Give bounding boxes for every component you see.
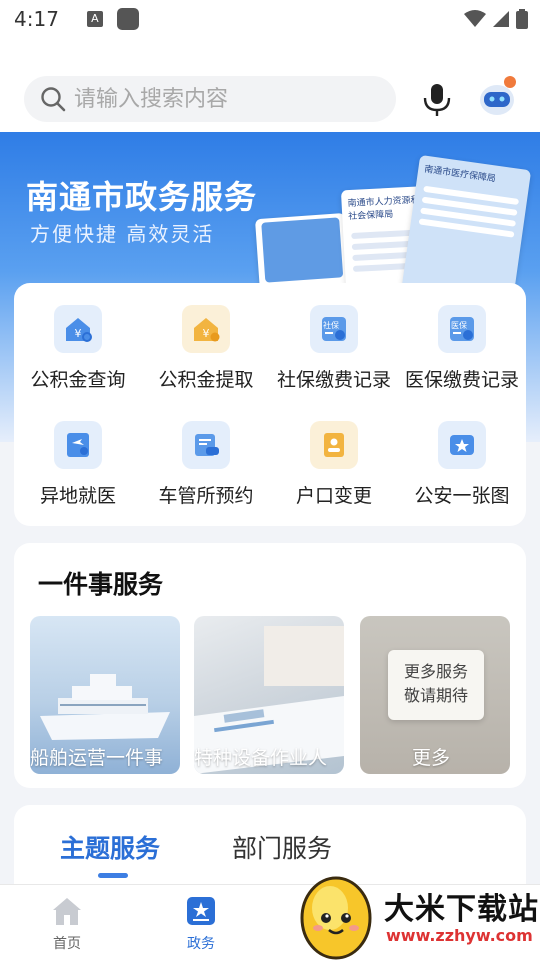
service-police-map[interactable]: 公安一张图 bbox=[398, 421, 526, 508]
tile-label: 更多 bbox=[412, 747, 451, 769]
social-security-icon: 社保 bbox=[310, 305, 358, 353]
tile-label: 船舶运营一件事 bbox=[30, 747, 164, 769]
car-appointment-icon bbox=[182, 421, 230, 469]
nav-label: 政务 bbox=[187, 936, 215, 952]
home-icon bbox=[53, 898, 81, 925]
wifi-icon bbox=[464, 10, 486, 27]
header bbox=[0, 38, 540, 132]
service-gjj-withdraw[interactable]: ¥ 公积金提取 bbox=[142, 305, 270, 392]
one-thing-title: 一件事服务 bbox=[38, 570, 164, 599]
robot-assistant-icon[interactable] bbox=[476, 74, 518, 118]
rice-mascot-icon bbox=[300, 876, 372, 960]
nav-government[interactable]: 政务 bbox=[166, 895, 236, 953]
watermark-url: www.zzhyw.com bbox=[386, 926, 533, 945]
service-social-security[interactable]: 社保 社保缴费记录 bbox=[270, 305, 398, 392]
service-remote-medical[interactable]: 异地就医 bbox=[14, 421, 142, 508]
service-label: 公积金查询 bbox=[30, 369, 126, 391]
search-input[interactable] bbox=[74, 86, 374, 112]
battery-icon bbox=[516, 9, 528, 29]
note-line-1: 更多服务 bbox=[403, 662, 468, 681]
service-medical-insurance[interactable]: 医保 医保缴费记录 bbox=[398, 305, 526, 392]
tab-active-indicator bbox=[98, 873, 128, 878]
flight-doctor-icon bbox=[54, 421, 102, 469]
notification-app-icon bbox=[116, 8, 139, 30]
search-box[interactable] bbox=[24, 76, 396, 122]
status-bar: 4:17 A bbox=[0, 0, 540, 38]
services-card: ¥ 公积金查询 ¥ 公积金提取 社保 社保缴费记录 医保 医保缴费记录 异地就医… bbox=[14, 283, 526, 526]
government-star-icon bbox=[187, 897, 215, 925]
watermark-title: 大米下载站 bbox=[384, 892, 539, 927]
more-note-card: 更多服务 敬请期待 bbox=[388, 650, 484, 720]
house-search-icon: ¥ bbox=[54, 305, 102, 353]
house-money-icon: ¥ bbox=[182, 305, 230, 353]
banner-subtitle: 方便快捷 高效灵活 bbox=[30, 222, 215, 246]
service-label: 车管所预约 bbox=[158, 485, 254, 507]
service-household-change[interactable]: 户口变更 bbox=[270, 421, 398, 508]
medical-insurance-icon: 医保 bbox=[438, 305, 486, 353]
watermark: 大米下载站 www.zzhyw.com bbox=[296, 866, 540, 960]
service-label: 户口变更 bbox=[295, 485, 372, 507]
notification-a-icon: A bbox=[86, 11, 103, 27]
svg-text:¥: ¥ bbox=[75, 327, 82, 340]
service-label: 社保缴费记录 bbox=[276, 369, 391, 391]
status-time: 4:17 bbox=[14, 7, 59, 31]
service-label: 医保缴费记录 bbox=[404, 369, 519, 391]
service-label: 公积金提取 bbox=[158, 369, 254, 391]
service-vehicle-appointment[interactable]: 车管所预约 bbox=[142, 421, 270, 508]
svg-text:社保: 社保 bbox=[323, 320, 339, 330]
tile-label: 特种设备作业人 bbox=[194, 747, 328, 769]
tile-more[interactable]: 更多服务 敬请期待 更多 bbox=[360, 616, 510, 774]
tab-department-services[interactable]: 部门服务 bbox=[232, 829, 332, 865]
one-thing-service-card: 一件事服务 船舶运营一件事 特种设备作业人 更多服务 敬请期待 更多 bbox=[14, 543, 526, 788]
nav-label: 首页 bbox=[53, 936, 81, 952]
search-icon bbox=[41, 87, 66, 112]
service-label: 公安一张图 bbox=[414, 485, 510, 507]
tile-ship-operation[interactable]: 船舶运营一件事 bbox=[30, 616, 180, 774]
nav-home[interactable]: 首页 bbox=[32, 895, 102, 953]
tab-theme-services[interactable]: 主题服务 bbox=[60, 829, 160, 865]
note-line-2: 敬请期待 bbox=[403, 686, 468, 705]
signal-icon bbox=[493, 11, 509, 27]
svg-text:医保: 医保 bbox=[451, 320, 467, 330]
service-gjj-query[interactable]: ¥ 公积金查询 bbox=[14, 305, 142, 392]
police-star-icon bbox=[438, 421, 486, 469]
household-book-icon bbox=[310, 421, 358, 469]
service-label: 异地就医 bbox=[39, 485, 116, 507]
banner-title: 南通市政务服务 bbox=[26, 178, 258, 216]
svg-text:¥: ¥ bbox=[203, 327, 210, 340]
microphone-icon[interactable] bbox=[420, 82, 454, 118]
tile-special-equipment[interactable]: 特种设备作业人 bbox=[194, 616, 344, 774]
